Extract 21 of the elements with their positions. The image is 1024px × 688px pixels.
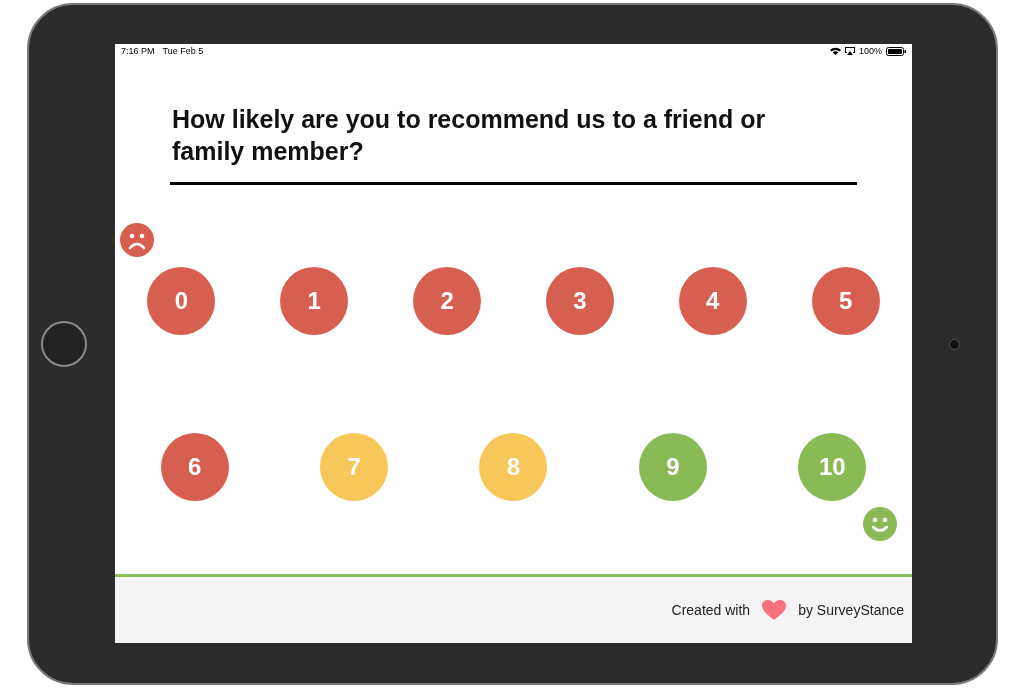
- wifi-icon: [829, 47, 841, 55]
- screen-mirroring-icon: [844, 47, 855, 55]
- score-option[interactable]: 2: [413, 267, 482, 335]
- score-option[interactable]: 6: [160, 433, 229, 501]
- score-option[interactable]: 4: [678, 267, 747, 335]
- score-option[interactable]: 10: [798, 433, 867, 501]
- battery-icon: [886, 46, 906, 56]
- status-time: 7:16 PM: [121, 46, 155, 56]
- score-option[interactable]: 0: [147, 267, 216, 335]
- question-title: How likely are you to recommend us to a friend or family member?: [172, 104, 767, 167]
- home-button[interactable]: [41, 321, 87, 367]
- heart-icon: [762, 600, 787, 620]
- battery-percentage: 100%: [858, 46, 882, 56]
- score-option[interactable]: 5: [811, 267, 880, 335]
- score-option[interactable]: 9: [638, 433, 707, 501]
- camera-dot: [948, 338, 960, 350]
- score-option[interactable]: 3: [545, 267, 614, 335]
- status-date: Tue Feb 5: [162, 46, 204, 56]
- footer-credit: Created with: [671, 602, 751, 618]
- footer-brand: by SurveyStance: [798, 602, 904, 618]
- score-option[interactable]: 1: [280, 267, 349, 335]
